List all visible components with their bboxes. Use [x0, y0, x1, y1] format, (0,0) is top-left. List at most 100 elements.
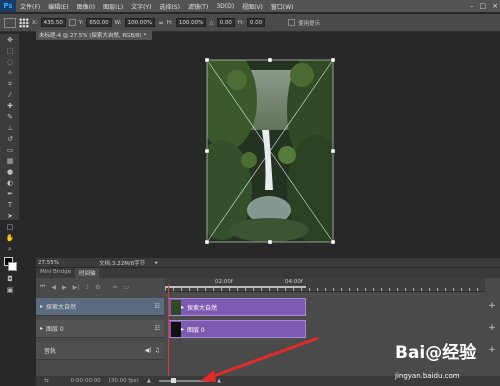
minimize-button[interactable]: –	[470, 2, 474, 10]
warp-toggle[interactable]	[288, 19, 296, 26]
healing-brush-icon[interactable]: ✚	[2, 101, 18, 111]
mute-icon[interactable]: ◀)	[145, 347, 152, 354]
menu-view[interactable]: 视图(V)	[238, 2, 267, 11]
ruler-ticks	[165, 288, 485, 291]
zoom-level[interactable]: 27.55%	[38, 260, 59, 266]
clip-layer0[interactable]: ▸ 图层 0	[168, 320, 306, 338]
first-frame-icon[interactable]: ⏮	[40, 283, 45, 291]
transition-icon[interactable]: ▭	[124, 284, 130, 291]
audio-icon[interactable]: ♪	[85, 284, 89, 291]
transform-box[interactable]	[205, 58, 335, 244]
x-label: X:	[32, 19, 38, 26]
color-swatches[interactable]	[0, 255, 19, 273]
transform-tool-icon[interactable]	[4, 17, 16, 28]
menu-3d[interactable]: 3D(D)	[212, 3, 238, 10]
convert-icon[interactable]: ⇆	[44, 378, 49, 384]
timeline-ruler[interactable]: 02:00f 04:00f	[165, 278, 485, 292]
window-controls: – □ ×	[470, 0, 498, 12]
hand-tool-icon[interactable]: ✋	[2, 233, 18, 243]
track-row-explore-nature[interactable]: ▸ 探索大自然 ☷	[36, 298, 164, 316]
expand-arrow-icon[interactable]: ▸	[40, 325, 43, 332]
brush-tool-icon[interactable]: ✎	[2, 112, 18, 122]
h-label: H:	[166, 19, 173, 26]
tab-mini-bridge[interactable]: Mini Bridge	[36, 268, 75, 278]
menu-layer[interactable]: 图层(L)	[99, 2, 127, 11]
menu-window[interactable]: 窗口(W)	[267, 2, 298, 11]
maximize-button[interactable]: □	[480, 2, 487, 10]
document-info: 文档:3.22M/8字节	[98, 260, 146, 267]
history-brush-icon[interactable]: ↺	[2, 134, 18, 144]
zoom-in-icon[interactable]: ▲	[217, 378, 221, 384]
relative-position-icon[interactable]	[68, 19, 76, 26]
magic-wand-icon[interactable]: ✧	[2, 68, 18, 78]
menu-select[interactable]: 选择(S)	[155, 2, 184, 11]
eraser-icon[interactable]: ▭	[2, 145, 18, 155]
zoom-slider[interactable]	[158, 378, 209, 383]
path-select-icon[interactable]: ➤	[2, 211, 18, 221]
track-menu-icon[interactable]: ☷	[155, 325, 160, 332]
hint-button[interactable]: 使用提示	[298, 19, 320, 27]
status-menu-arrow-icon[interactable]: ▸	[155, 260, 158, 266]
angle-input[interactable]: 0.00	[216, 18, 235, 27]
zoom-slider-thumb[interactable]	[170, 378, 176, 383]
zoom-out-icon[interactable]: ▲	[147, 378, 151, 384]
close-button[interactable]: ×	[492, 2, 498, 10]
frame-rate: (30.00 fps)	[108, 378, 139, 384]
rectangle-tool-icon[interactable]: □	[2, 222, 18, 232]
move-tool-icon[interactable]: ✥	[2, 35, 18, 45]
track-row-audio[interactable]: 音轨 ◀) ♫	[36, 342, 164, 360]
playhead[interactable]	[168, 284, 169, 386]
background-color[interactable]	[8, 262, 17, 271]
zoom-tool-icon[interactable]: ⌕	[2, 244, 18, 254]
clip-explore-nature[interactable]: ▸ 探索大自然	[168, 298, 306, 316]
height-input[interactable]: 100.00%	[175, 18, 207, 27]
width-input[interactable]: 100.00%	[124, 18, 156, 27]
next-frame-icon[interactable]: ▶|	[73, 284, 80, 291]
add-media-icon[interactable]: +	[487, 301, 497, 311]
track-row-layer0[interactable]: ▸ 图层 0 ☷	[36, 320, 164, 338]
watermark-url: jingyan.baidu.com	[395, 372, 460, 380]
tab-timeline[interactable]: 时间轴	[74, 268, 100, 278]
dodge-tool-icon[interactable]: ◐	[2, 178, 18, 188]
menu-image[interactable]: 图像(I)	[73, 2, 99, 11]
quick-mask-icon[interactable]: ◘	[2, 274, 18, 284]
music-note-icon[interactable]: ♫	[155, 347, 160, 354]
pen-tool-icon[interactable]: ✒	[2, 189, 18, 199]
type-tool-icon[interactable]: T	[2, 200, 18, 210]
work-area-bar[interactable]	[165, 286, 306, 288]
play-icon[interactable]: ▶	[62, 284, 67, 291]
menu-type[interactable]: 文字(Y)	[127, 2, 155, 11]
add-media-icon[interactable]: +	[487, 323, 497, 333]
prev-frame-icon[interactable]: ◀	[51, 284, 56, 291]
marquee-tool-icon[interactable]: ⬚	[2, 46, 18, 56]
stamp-tool-icon[interactable]: ⊥	[2, 123, 18, 133]
gradient-tool-icon[interactable]: ▦	[2, 156, 18, 166]
clip-expand-icon[interactable]: ▸	[181, 326, 184, 333]
crop-tool-icon[interactable]: ⌗	[2, 79, 18, 89]
clip-expand-icon[interactable]: ▸	[181, 304, 184, 311]
lasso-tool-icon[interactable]: ◌	[2, 57, 18, 67]
y-input[interactable]: 650.00	[86, 18, 112, 27]
expand-arrow-icon[interactable]: ▸	[40, 303, 43, 310]
blur-tool-icon[interactable]: ●	[2, 167, 18, 177]
menu-file[interactable]: 文件(F)	[16, 2, 44, 11]
x-input[interactable]: 435.50	[40, 18, 66, 27]
reference-point-icon[interactable]	[19, 17, 29, 28]
split-icon[interactable]: ✂	[113, 284, 118, 291]
current-time: 0:00:00:00	[70, 378, 101, 384]
eyedropper-icon[interactable]: ⁄	[2, 90, 18, 100]
angle-label: △	[209, 19, 214, 26]
settings-icon[interactable]: ⚙	[95, 284, 100, 291]
screen-mode-icon[interactable]: ▣	[2, 285, 18, 295]
playback-controls: ⏮ ◀ ▶ ▶| ♪ ⚙ ✂ ▭	[36, 280, 164, 294]
skew-input[interactable]: 0.00	[246, 18, 266, 27]
menu-filter[interactable]: 滤镜(T)	[184, 2, 212, 11]
document-tab[interactable]: 未标题-4 @ 27.5% (探索大自然, RGB/8) *	[36, 30, 152, 40]
y-label: Y:	[78, 19, 84, 26]
add-media-icon[interactable]: +	[487, 345, 497, 355]
menu-edit[interactable]: 编辑(E)	[44, 2, 72, 11]
track-menu-icon[interactable]: ☷	[155, 303, 160, 310]
track-label: 探索大自然	[46, 304, 77, 311]
link-icon[interactable]: ∞	[158, 19, 164, 27]
panel-tabs: Mini Bridge 时间轴	[36, 268, 500, 278]
